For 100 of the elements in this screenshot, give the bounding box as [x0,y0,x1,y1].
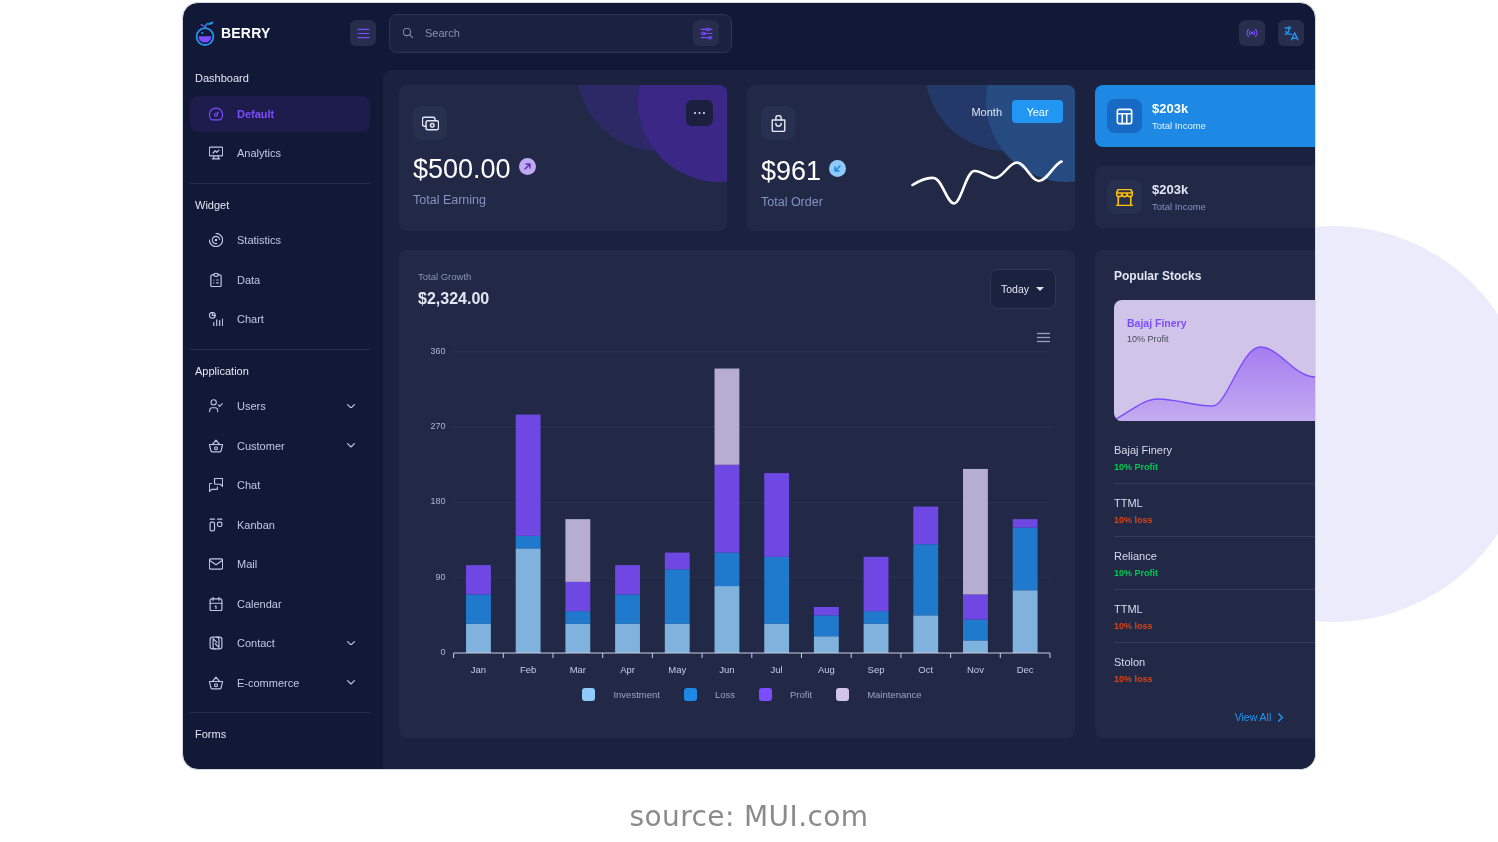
shopping-bag-icon [761,106,795,140]
axis-label: 90 [435,571,446,582]
growth-title: Total Growth [418,270,473,283]
earning-label: Total Earning [413,192,487,208]
stock-name: Bajaj Finery [1114,443,1173,457]
nav-section-title: Widget [194,197,231,213]
filter-button[interactable] [693,20,719,46]
broadcast-button[interactable] [1239,20,1265,46]
nav-item[interactable]: Data [190,261,370,298]
view-all-button[interactable]: View All [1230,705,1288,729]
nav-item[interactable]: Customer [190,427,370,464]
dots-icon [694,111,705,115]
brand-name: BERRY [221,25,271,41]
income-amount: $203k [1152,181,1190,198]
bar-segment [466,565,491,595]
nav-item[interactable]: Kanban [190,506,370,543]
axis-label: Jun [719,663,735,675]
chat-icon [209,478,223,492]
bar-segment [466,594,491,624]
axis-label: Jan [470,663,487,675]
period-toggle-button[interactable]: Month [961,100,1012,123]
table-icon [1107,99,1142,133]
broadcast-icon [1246,27,1258,39]
nav-section-title: Forms [194,727,228,742]
axis-label: 0 [440,646,446,657]
growth-amount: $2,324.00 [418,289,490,309]
user-check-icon [209,399,223,413]
nav-item[interactable]: Analytics [190,135,370,171]
bar-segment [615,623,640,653]
stock-change: 10% Profit [1127,333,1169,345]
axis-label: Sep [867,663,885,675]
translate-button[interactable] [1278,20,1304,46]
stock-name: TTML [1114,496,1143,510]
bar-segment [1012,590,1038,653]
target-icon [209,233,223,247]
axis-label: Mar [569,663,587,675]
kanban-icon [209,517,223,532]
cash-icon [413,106,447,140]
axis-label: Nov [967,663,984,675]
caret-down-icon [1036,287,1044,291]
nav-item[interactable]: Chart [190,301,370,337]
gauge-icon [209,106,223,121]
chevron-down-icon [347,640,355,646]
source-caption: source: MUI.com [629,800,869,833]
stock-change: 10% Profit [1114,460,1158,473]
legend-label: Loss [714,688,735,701]
axis-label: Dec [1016,663,1034,675]
nav-section-title: Application [194,363,250,379]
nav-item[interactable]: Contact [190,625,370,661]
axis-label: 180 [430,496,446,507]
clipboard-icon [209,272,223,287]
nav-item[interactable]: E-commerce [190,664,370,701]
nav-item[interactable]: Users [190,388,370,424]
stock-name: Reliance [1114,549,1157,563]
menu-button[interactable] [350,20,376,46]
chart-icon [209,312,223,326]
search-field[interactable]: Search [389,13,732,53]
stock-change: 10% loss [1114,619,1153,632]
order-label: Total Order [761,194,824,210]
nav-item[interactable]: Mail [190,546,370,582]
stock-name: Stolon [1114,655,1146,669]
basket-icon [209,675,223,690]
axis-label: 360 [430,345,446,356]
chevron-down-icon [347,443,355,448]
stock-name: TTML [1114,602,1143,616]
nav-item[interactable]: Statistics [190,222,370,258]
stock-change: 10% loss [1114,513,1153,526]
axis-label: 270 [430,420,446,431]
bar-segment [615,594,640,624]
basket-icon [209,438,223,453]
axis-label: Aug [817,663,835,675]
income-label: Total Income [1152,199,1206,213]
income-amount: $203k [1152,100,1190,117]
stock-change: 10% Profit [1114,566,1158,579]
earning-amount: $500.00 [413,154,511,184]
period-dropdown[interactable]: Today [989,269,1056,309]
nfc-icon [209,636,223,650]
store-icon [1107,180,1142,214]
menu-icon [356,26,370,40]
axis-label: Apr [620,663,635,675]
logo-icon [195,20,215,46]
legend-label: Profit [789,688,813,701]
mail-icon [209,557,223,571]
nav-item[interactable]: Calendar [190,585,370,622]
nav-section-title: Dashboard [194,71,250,86]
monitor-chart-icon [209,146,223,160]
chevron-right-icon [1278,712,1284,722]
menu-icon[interactable] [1036,332,1051,343]
bar-segment [615,565,640,595]
chevron-down-icon [347,680,355,685]
stock-change: 10% loss [1114,672,1153,685]
axis-label: May [668,663,687,675]
stock-name: Bajaj Finery [1127,316,1187,330]
nav-item[interactable]: Chat [190,467,370,503]
axis-label: Oct [918,663,934,675]
income-label: Total Income [1152,118,1206,132]
chevron-down-icon [347,403,355,409]
translate-icon [1283,25,1299,41]
axis-label: Feb [519,663,537,675]
legend-label: Investment [613,688,660,701]
